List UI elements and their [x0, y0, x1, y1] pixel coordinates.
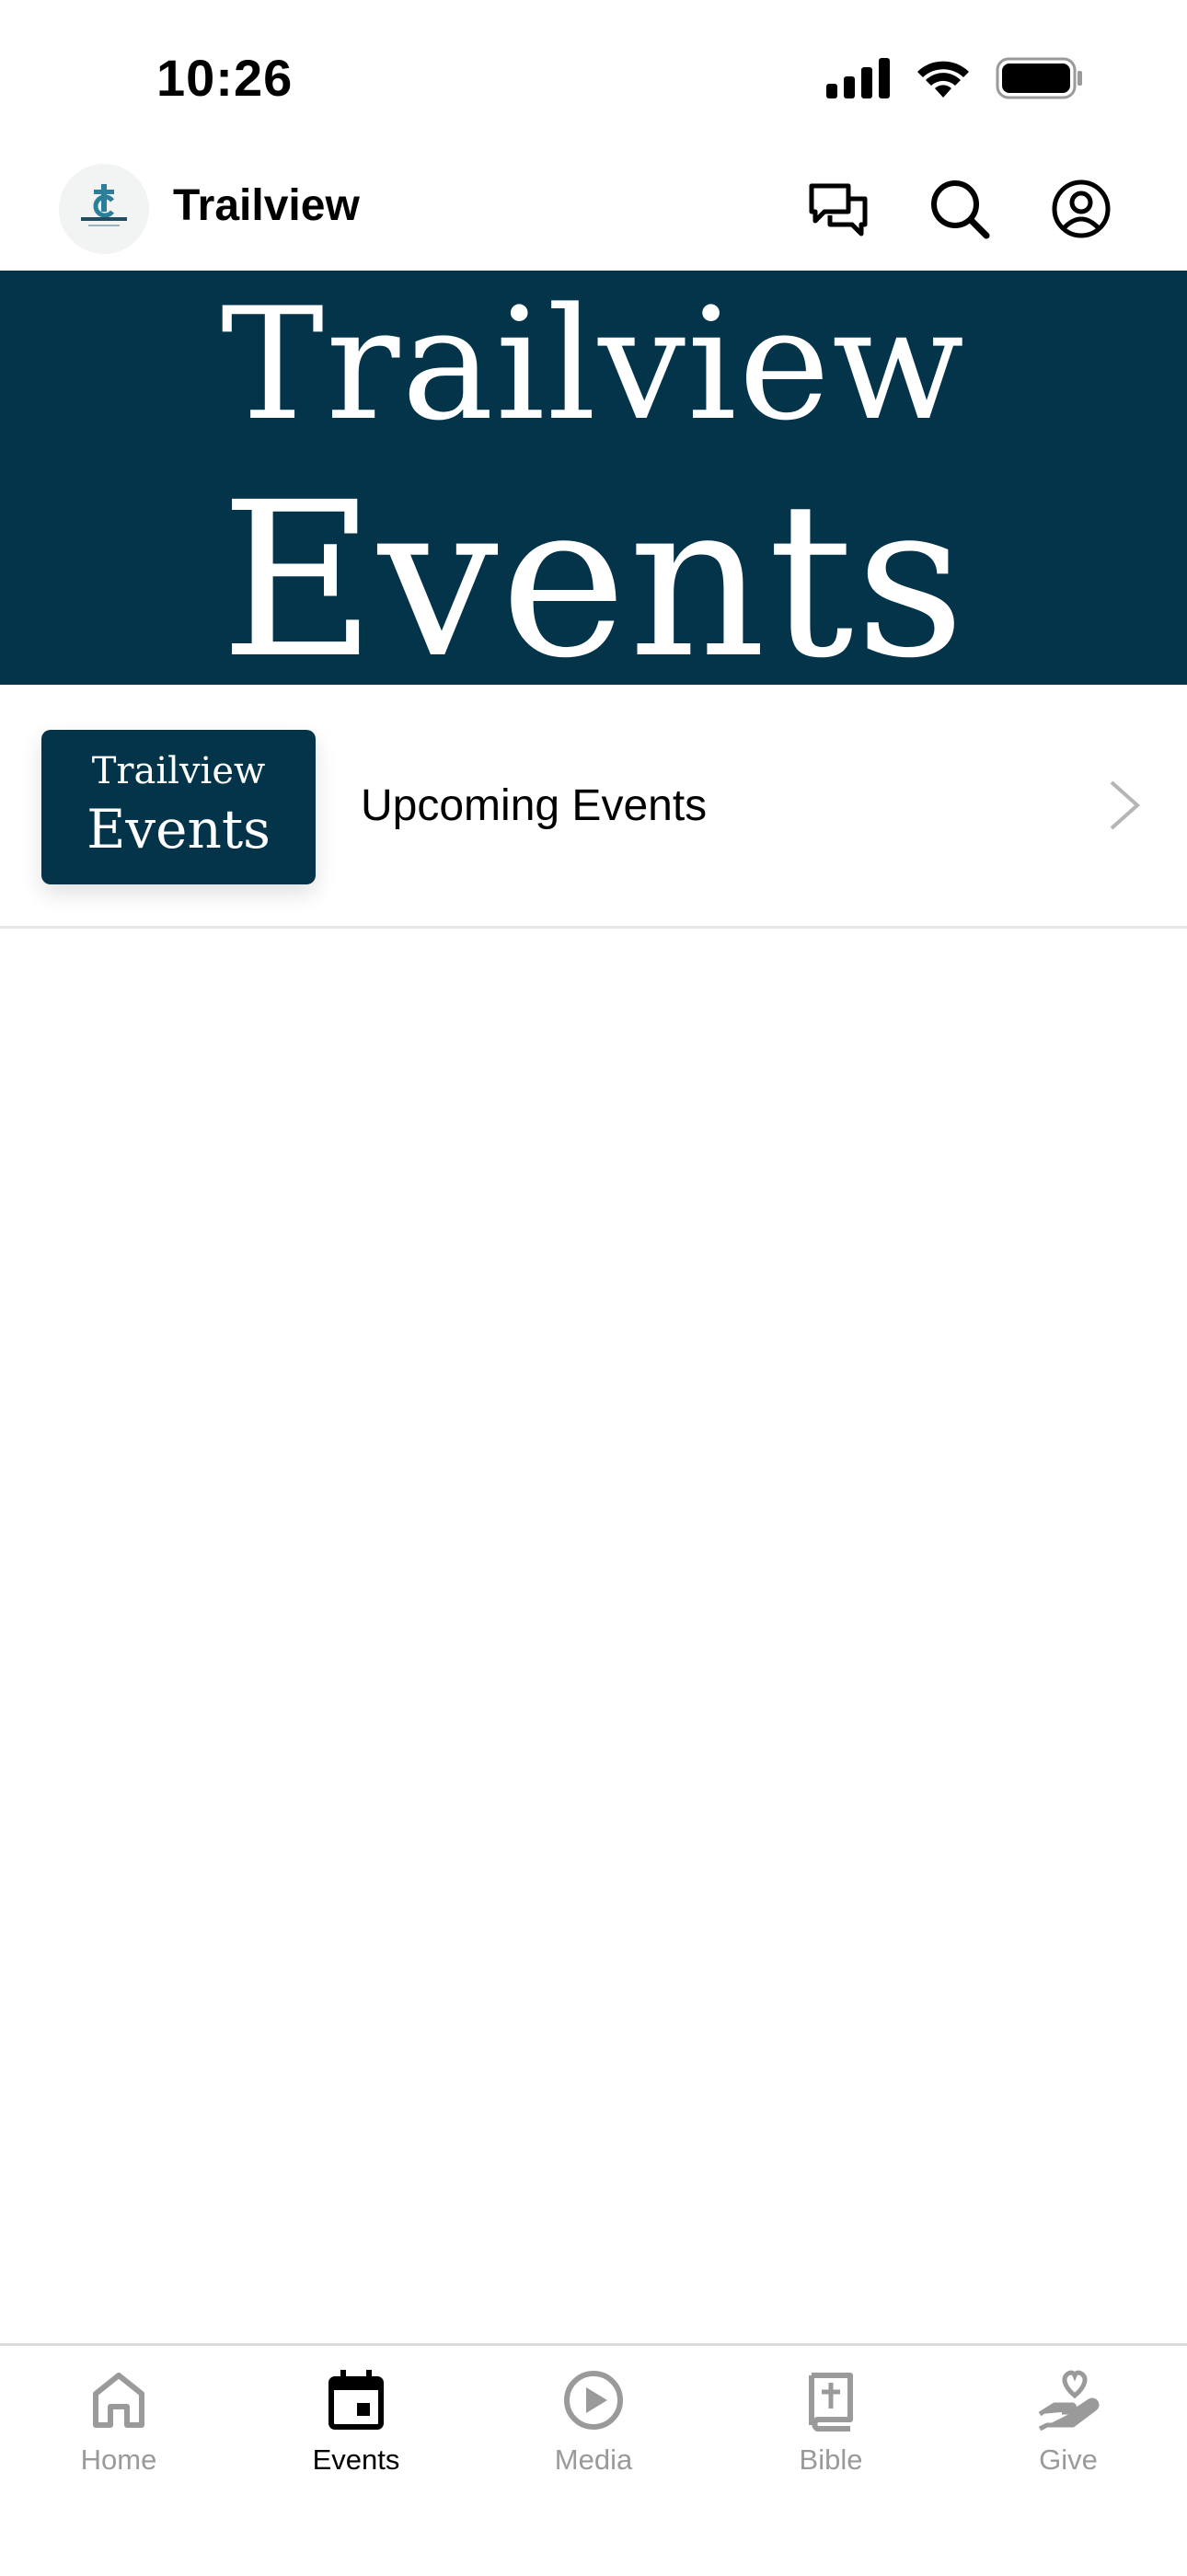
events-banner: Trailview Events	[0, 271, 1187, 699]
tab-bar: Home Events Media Bible Give	[0, 2343, 1187, 2576]
tab-give[interactable]: Give	[950, 2346, 1187, 2530]
tab-events-label: Events	[312, 2443, 400, 2476]
chevron-right-icon	[1110, 780, 1141, 830]
signal-icon	[826, 58, 890, 98]
app-title: Trailview	[173, 181, 360, 230]
status-icons	[826, 57, 1084, 99]
tab-media-label: Media	[554, 2443, 633, 2476]
tab-give-label: Give	[1039, 2443, 1098, 2476]
calendar-icon	[328, 2370, 384, 2430]
list-item-upcoming-events[interactable]: Trailview Events Upcoming Events	[0, 685, 1187, 929]
tab-media[interactable]: Media	[475, 2346, 712, 2530]
home-icon	[93, 2373, 144, 2428]
battery-icon	[996, 57, 1082, 99]
search-icon	[931, 180, 990, 239]
status-time: 10:26	[156, 49, 294, 107]
list-item-title: Upcoming Events	[361, 781, 708, 830]
profile-button[interactable]	[1049, 177, 1113, 241]
app-header: Trailview	[0, 156, 1187, 271]
profile-icon	[1052, 179, 1111, 238]
banner-title-line2: Events	[220, 456, 967, 705]
play-icon	[564, 2371, 623, 2430]
banner-title-line1: Trailview	[221, 274, 966, 455]
tab-bible-label: Bible	[799, 2443, 863, 2476]
search-button[interactable]	[928, 177, 992, 241]
tab-home-label: Home	[80, 2443, 157, 2476]
wifi-icon	[917, 61, 969, 98]
chat-icon	[809, 183, 868, 237]
list-item-thumbnail: Trailview Events	[41, 730, 316, 884]
tab-bible[interactable]: Bible	[712, 2346, 950, 2530]
cross-logo-icon	[81, 184, 127, 226]
bible-icon	[809, 2373, 853, 2432]
tab-home[interactable]: Home	[0, 2346, 237, 2530]
give-icon	[1038, 2370, 1100, 2432]
thumbnail-line1: Trailview	[91, 750, 266, 792]
tab-events[interactable]: Events	[237, 2346, 475, 2530]
status-bar: 10:26	[0, 0, 1187, 156]
thumbnail-line2: Events	[86, 798, 271, 861]
church-logo[interactable]	[59, 164, 149, 254]
chat-button[interactable]	[806, 177, 870, 241]
